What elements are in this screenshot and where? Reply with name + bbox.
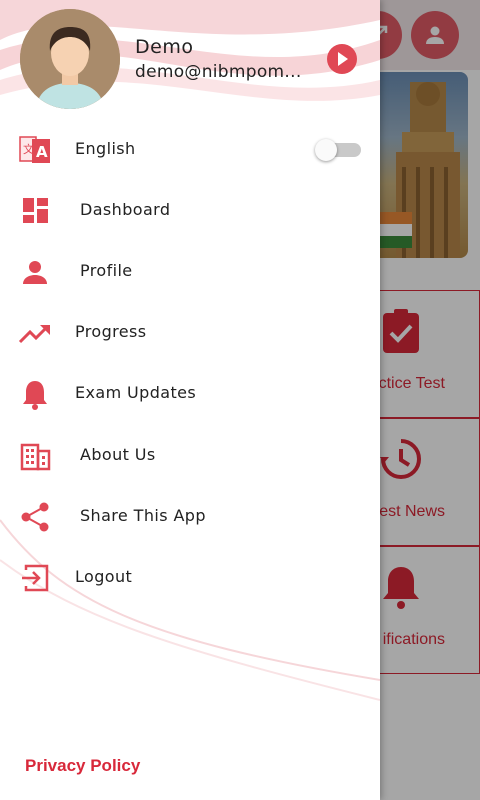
drawer-item-label: Progress — [75, 322, 147, 341]
drawer-item-dashboard[interactable]: Dashboard — [0, 181, 380, 241]
toggle-thumb — [315, 139, 337, 161]
drawer-item-label: Profile — [80, 261, 133, 280]
drawer-item-about-us[interactable]: About Us — [0, 426, 380, 486]
building-icon — [20, 443, 51, 471]
language-toggle[interactable] — [315, 139, 361, 161]
drawer-item-exam-updates[interactable]: Exam Updates — [0, 364, 380, 424]
drawer-header: Demo demo@nibmpom... — [0, 0, 380, 112]
avatar[interactable] — [20, 9, 120, 109]
user-name: Demo — [135, 36, 194, 58]
play-button[interactable] — [327, 44, 357, 74]
drawer-item-logout[interactable]: Logout — [0, 548, 380, 608]
drawer-item-label: English — [75, 139, 136, 158]
drawer-item-label: Exam Updates — [75, 383, 197, 402]
drawer-item-label: About Us — [80, 445, 156, 464]
drawer-item-label: Logout — [75, 567, 133, 586]
drawer-item-label: Share This App — [80, 506, 206, 525]
drawer-item-label: Dashboard — [80, 200, 171, 219]
drawer-item-profile[interactable]: Profile — [0, 242, 380, 302]
privacy-policy-link[interactable]: Privacy Policy — [25, 756, 140, 776]
navigation-drawer: Demo demo@nibmpom... 文 A English Dashboa… — [0, 0, 380, 800]
drawer-item-language[interactable]: 文 A English — [0, 120, 380, 180]
user-avatar-icon — [20, 9, 120, 109]
bell-icon — [23, 381, 47, 410]
svg-text:A: A — [36, 143, 48, 161]
trending-up-icon — [18, 324, 50, 344]
dashboard-icon — [23, 198, 48, 223]
logout-icon — [22, 564, 49, 592]
share-icon — [21, 502, 49, 532]
drawer-item-progress[interactable]: Progress — [0, 303, 380, 363]
user-email: demo@nibmpom... — [135, 62, 302, 82]
translate-icon: 文 A — [19, 136, 50, 163]
person-icon — [23, 261, 47, 284]
drawer-item-share[interactable]: Share This App — [0, 487, 380, 547]
